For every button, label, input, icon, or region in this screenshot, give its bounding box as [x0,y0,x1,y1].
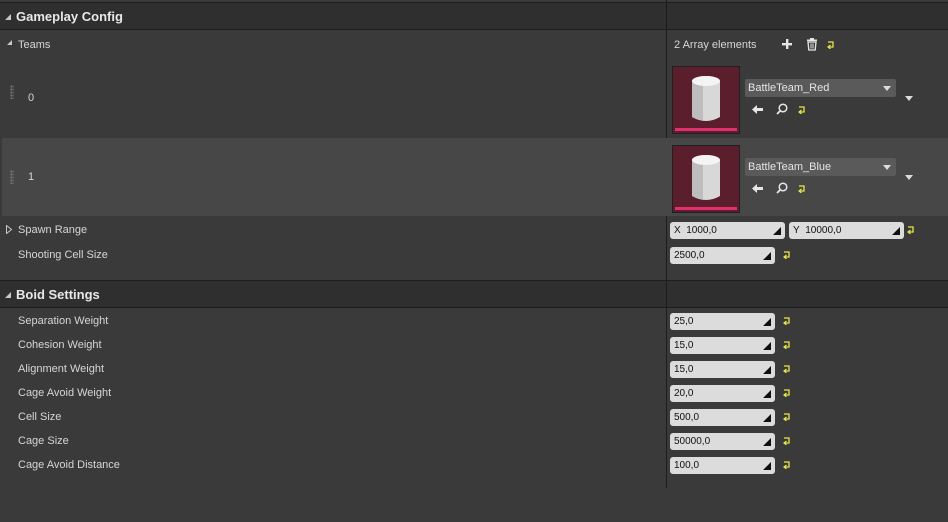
property-label: Cage Avoid Distance [18,459,120,471]
shooting-cell-size-row: Shooting Cell Size 2500,0 [0,245,948,265]
drag-value-icon [762,389,771,398]
drag-value-icon [762,317,771,326]
reset-to-default-icon[interactable] [798,106,806,114]
drag-value-icon [762,413,771,422]
cohesion-weight-field[interactable]: 15,0 [670,337,775,354]
separation-weight-field[interactable]: 25,0 [670,313,775,330]
reset-to-default-icon[interactable] [783,317,791,325]
alignment-weight-row: Alignment Weight 15,0 [0,359,948,379]
chevron-down-icon [883,165,891,170]
cylinder-mesh-icon [692,76,720,121]
reset-to-default-icon[interactable] [783,389,791,397]
property-label: Cage Avoid Weight [18,387,112,399]
teams-row: Teams 2 Array elements [0,36,948,54]
category-title: Gameplay Config [16,9,123,24]
spawn-range-x-field[interactable]: X 1000,0 [670,222,785,239]
asset-picker-combo[interactable]: BattleTeam_Blue [745,158,896,176]
category-title: Boid Settings [16,287,100,302]
shooting-cell-size-field[interactable]: 2500,0 [670,247,775,264]
cage-avoid-weight-row: Cage Avoid Weight 20,0 [0,383,948,403]
drag-value-icon [762,341,771,350]
property-label: Cohesion Weight [18,339,102,351]
shooting-cell-size-label: Shooting Cell Size [18,249,108,261]
category-header-gameplay-config[interactable]: Gameplay Config [0,2,948,30]
add-element-icon[interactable] [781,38,793,50]
array-element-row: 1 [2,138,948,216]
cage-size-row: Cage Size 50000,0 [0,431,948,451]
separation-weight-row: Separation Weight 25,0 [0,311,948,331]
property-label: Separation Weight [18,315,109,327]
delete-all-icon[interactable] [806,38,818,51]
asset-picker-combo[interactable]: BattleTeam_Red [745,79,896,97]
drag-handle-icon[interactable] [10,85,14,99]
reset-to-default-icon[interactable] [783,365,791,373]
reset-to-default-icon[interactable] [783,251,791,259]
cohesion-weight-row: Cohesion Weight 15,0 [0,335,948,355]
reset-to-default-icon[interactable] [783,461,791,469]
chevron-down-icon [883,86,891,91]
drag-value-icon [762,251,771,260]
drag-value-icon [891,226,900,235]
category-header-boid-settings[interactable]: Boid Settings [0,280,948,308]
spawn-range-y-field[interactable]: Y 10000,0 [789,222,904,239]
expand-triangle-icon[interactable] [7,40,12,45]
spawn-range-label: Spawn Range [18,224,88,236]
reset-to-default-icon[interactable] [827,41,835,49]
cage-size-field[interactable]: 50000,0 [670,433,775,450]
use-selected-arrow-icon[interactable] [751,104,764,115]
expand-triangle-icon[interactable] [6,225,12,234]
reset-to-default-icon[interactable] [798,185,806,193]
asset-thumbnail[interactable] [672,145,740,213]
collapse-triangle-icon [5,14,11,20]
cell-size-field[interactable]: 500,0 [670,409,775,426]
element-index: 1 [28,171,35,183]
property-label: Cell Size [18,411,62,423]
reset-to-default-icon[interactable] [907,226,915,234]
cage-avoid-weight-field[interactable]: 20,0 [670,385,775,402]
reset-to-default-icon[interactable] [783,437,791,445]
property-label: Alignment Weight [18,363,105,375]
array-count-text: 2 Array elements [674,39,757,51]
drag-handle-icon[interactable] [10,170,14,184]
element-options-chevron-icon[interactable] [905,96,913,101]
asset-thumbnail[interactable] [672,66,740,134]
spawn-range-row: Spawn Range X 1000,0 Y 10000,0 [0,220,948,240]
alignment-weight-field[interactable]: 15,0 [670,361,775,378]
cage-avoid-distance-row: Cage Avoid Distance 100,0 [0,455,948,475]
browse-search-icon[interactable] [776,182,788,194]
drag-value-icon [762,365,771,374]
browse-search-icon[interactable] [776,103,788,115]
cage-avoid-distance-field[interactable]: 100,0 [670,457,775,474]
reset-to-default-icon[interactable] [783,413,791,421]
teams-label: Teams [18,39,51,51]
element-index: 0 [28,92,35,104]
cell-size-row: Cell Size 500,0 [0,407,948,427]
drag-value-icon [772,226,781,235]
property-label: Cage Size [18,435,69,447]
drag-value-icon [762,461,771,470]
drag-value-icon [762,437,771,446]
element-options-chevron-icon[interactable] [905,175,913,180]
array-element-row: 0 [2,59,948,137]
reset-to-default-icon[interactable] [783,341,791,349]
collapse-triangle-icon [5,292,11,298]
cylinder-mesh-icon [692,155,720,200]
use-selected-arrow-icon[interactable] [751,183,764,194]
